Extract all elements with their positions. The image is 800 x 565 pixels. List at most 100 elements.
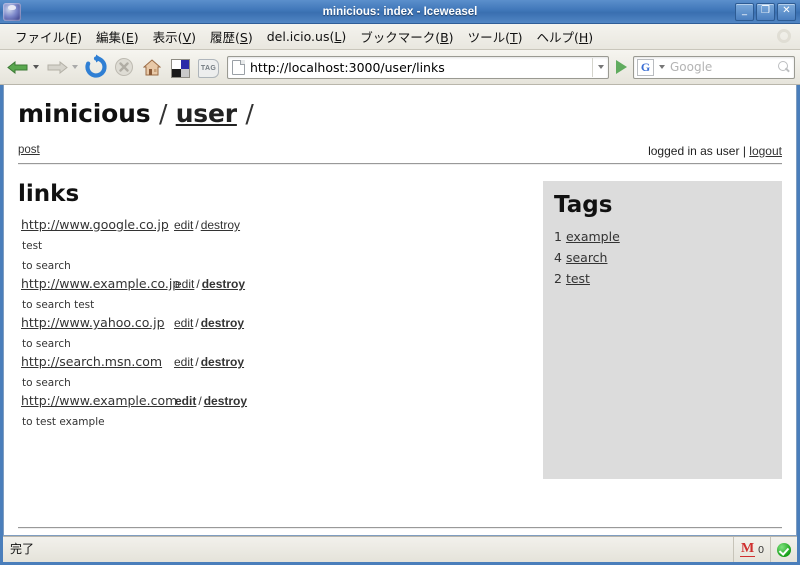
menu-delicious-label: del.icio.us(	[266, 29, 335, 44]
window-title: minicious: index - Iceweasel	[322, 5, 478, 18]
menu-history-tail: )	[247, 30, 253, 45]
link-row: http://www.example.com edit / destroy	[18, 393, 533, 412]
chevron-down-icon	[658, 65, 665, 69]
status-bar: 完了 M 0	[3, 536, 797, 562]
chevron-down-icon	[597, 65, 604, 69]
link-meta: to search	[22, 338, 71, 350]
link-url[interactable]: http://search.msn.com	[21, 354, 167, 369]
tag-button[interactable]: TAG	[195, 54, 221, 80]
logout-link[interactable]: logout	[749, 144, 782, 158]
action-bar: post logged in as user | logout	[18, 130, 782, 163]
links-column: links http://www.google.co.jp edit / destr…	[18, 181, 543, 432]
stop-button	[111, 54, 137, 80]
logged-in-text: logged in as user	[648, 144, 740, 158]
home-button[interactable]	[139, 54, 165, 80]
tag-link[interactable]: search	[566, 250, 608, 265]
menu-bookmarks[interactable]: ブックマーク(B)	[353, 25, 460, 48]
reload-button[interactable]	[83, 54, 109, 80]
post-link[interactable]: post	[18, 144, 40, 156]
url-dropdown-button[interactable]	[592, 57, 608, 77]
link-edit[interactable]: edit	[175, 394, 196, 408]
page-icon	[232, 59, 245, 75]
menu-file-tail: )	[77, 30, 82, 45]
url-input[interactable]: http://localhost:3000/user/links	[250, 60, 592, 75]
link-destroy[interactable]: destroy	[201, 355, 244, 369]
four-squares-icon	[171, 59, 190, 78]
back-arrow-icon	[7, 61, 28, 74]
tag-icon: TAG	[198, 59, 219, 78]
action-bar-left: post	[18, 140, 40, 158]
menu-history[interactable]: 履歴(S)	[203, 25, 260, 48]
menu-view-label: 表示(	[152, 30, 183, 45]
menu-delicious[interactable]: del.icio.us(L)	[260, 27, 353, 46]
menu-help[interactable]: ヘルプ(H)	[529, 25, 600, 48]
link-actions: edit / destroy	[174, 355, 244, 369]
tag-item: 1 example	[543, 226, 782, 247]
menu-view-tail: )	[191, 30, 197, 45]
security-shield-icon	[777, 542, 791, 557]
link-row: http://www.example.co.jp edit / destroy	[18, 276, 533, 295]
link-meta: to test example	[22, 416, 105, 428]
menu-history-label: 履歴(	[210, 30, 240, 45]
link-destroy[interactable]: destroy	[202, 277, 245, 291]
link-destroy[interactable]: destroy	[204, 394, 247, 408]
search-icon[interactable]	[774, 58, 794, 77]
squares-button[interactable]	[167, 54, 193, 80]
back-dropdown-caret-icon[interactable]	[33, 65, 39, 69]
link-url[interactable]: http://www.example.com	[21, 393, 177, 408]
url-bar[interactable]: http://localhost:3000/user/links	[227, 55, 609, 79]
menu-bookmarks-tail: )	[448, 30, 454, 45]
viewport: minicious / user / post logged in as use…	[0, 85, 800, 536]
gmail-notifier[interactable]: M 0	[734, 537, 771, 562]
go-arrow-icon	[615, 60, 627, 74]
link-destroy[interactable]: destroy	[201, 316, 244, 330]
brand-name: minicious	[18, 99, 151, 128]
search-engine-dropdown[interactable]	[656, 58, 667, 77]
menu-edit-label: 編集(	[95, 30, 126, 45]
menu-edit-accel: E	[125, 30, 134, 45]
link-edit[interactable]: edit	[174, 316, 193, 330]
link-meta: test	[22, 240, 43, 252]
close-button[interactable]: ✕	[777, 2, 796, 21]
menu-edit[interactable]: 編集(E)	[89, 25, 146, 48]
maximize-button[interactable]: ❐	[756, 2, 775, 21]
status-text: 完了	[3, 537, 734, 562]
minimize-button[interactable]: _	[735, 2, 754, 21]
go-button[interactable]	[611, 54, 631, 80]
menu-file[interactable]: ファイル(F)	[8, 25, 89, 48]
breadcrumb-user-link[interactable]: user	[176, 99, 237, 128]
iceweasel-icon	[3, 2, 21, 21]
page-title: minicious / user /	[18, 99, 782, 130]
link-destroy[interactable]: destroy	[201, 218, 240, 232]
forward-arrow-icon	[47, 61, 68, 74]
menu-tools[interactable]: ツール(T)	[461, 25, 530, 48]
google-icon: G	[637, 58, 654, 76]
link-url[interactable]: http://www.example.co.jp	[21, 276, 180, 291]
search-bar[interactable]: G Google	[633, 55, 795, 79]
link-edit[interactable]: edit	[174, 355, 193, 369]
link-actions: edit / destroy	[174, 316, 244, 330]
throbber-icon	[774, 26, 794, 46]
tag-link[interactable]: test	[566, 271, 590, 286]
back-button[interactable]	[5, 54, 31, 80]
menu-tools-tail: )	[517, 30, 523, 45]
menu-bookmarks-label: ブックマーク(	[360, 30, 441, 45]
link-url[interactable]: http://www.google.co.jp	[21, 217, 169, 232]
link-edit[interactable]: edit	[175, 277, 194, 291]
breadcrumb-separator-1: /	[158, 99, 168, 128]
link-edit[interactable]: edit	[174, 218, 193, 232]
session-info: logged in as user | logout	[648, 144, 782, 158]
action-separator: /	[195, 355, 199, 369]
home-icon	[143, 59, 161, 76]
link-url[interactable]: http://www.yahoo.co.jp	[21, 315, 167, 330]
menu-help-tail: )	[588, 30, 594, 45]
links-heading: links	[18, 181, 80, 207]
session-pipe: |	[742, 144, 746, 158]
link-meta: to search	[22, 260, 71, 272]
tag-link[interactable]: example	[566, 229, 620, 244]
link-actions: edit / destroy	[175, 277, 245, 291]
security-status[interactable]	[771, 537, 797, 562]
search-input[interactable]: Google	[667, 60, 774, 74]
menu-view[interactable]: 表示(V)	[146, 25, 203, 48]
menu-view-accel: V	[182, 30, 192, 45]
